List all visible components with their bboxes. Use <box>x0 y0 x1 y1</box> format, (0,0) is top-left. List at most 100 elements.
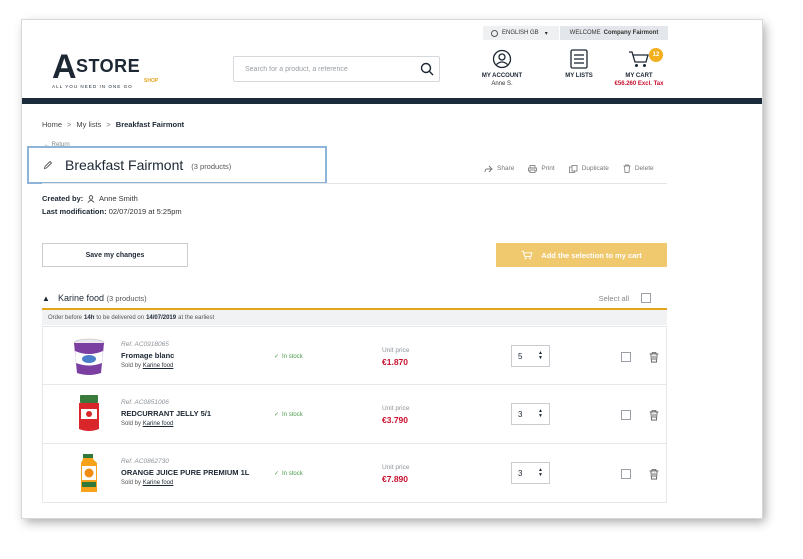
breadcrumb-separator: > <box>106 120 111 129</box>
stepper-arrows-icon[interactable]: ▲ ▼ <box>538 468 543 478</box>
print-label: Print <box>541 165 555 172</box>
product-image[interactable] <box>69 335 109 379</box>
product-name[interactable]: REDCURRANT JELLY 5/1 <box>121 409 251 418</box>
breadcrumb-current: Breakfast Fairmont <box>115 120 185 129</box>
delivery-date: 14/07/2019 <box>146 314 177 321</box>
quantity-stepper[interactable]: 3 ▲ ▼ <box>511 403 550 425</box>
product-name[interactable]: Fromage blanc <box>121 351 251 360</box>
add-selection-to-cart-button[interactable]: Add the selection to my cart <box>496 243 667 267</box>
add-selection-label: Add the selection to my cart <box>541 250 642 260</box>
print-button[interactable]: Print <box>528 164 555 173</box>
language-selector[interactable]: ENGLISH GB ▾ <box>483 26 559 40</box>
save-changes-button[interactable]: Save my changes <box>42 243 188 267</box>
seller-link[interactable]: Karine food <box>143 480 174 486</box>
check-icon: ✓ <box>274 471 280 477</box>
product-list: Ref. AC0918065 Fromage blanc Sold by Kar… <box>42 326 667 503</box>
list-product-count: (3 products) <box>191 161 232 171</box>
check-icon: ✓ <box>274 412 280 418</box>
sold-by: Sold by Karine food <box>121 421 251 427</box>
stepper-arrows-icon[interactable]: ▲ ▼ <box>538 409 543 419</box>
delivery-prefix: Order before <box>48 314 83 321</box>
stock-status: ✓ In stock <box>274 411 303 419</box>
page-title[interactable]: Breakfast Fairmont <box>65 157 183 173</box>
quantity-value: 3 <box>518 409 523 419</box>
seller-link[interactable]: Karine food <box>143 363 174 369</box>
product-row: Ref. AC0851006 REDCURRANT JELLY 5/1 Sold… <box>42 385 667 444</box>
product-image[interactable] <box>69 452 109 496</box>
product-info: Ref. AC0851006 REDCURRANT JELLY 5/1 Sold… <box>121 399 251 427</box>
breadcrumb-separator: > <box>67 120 72 129</box>
my-lists-link[interactable]: MY LISTS <box>549 48 609 101</box>
my-lists-label: MY LISTS <box>565 73 593 79</box>
duplicate-label: Duplicate <box>581 165 609 172</box>
logo-tagline: ALL YOU NEED IN ONE GO <box>52 84 133 89</box>
sold-by-prefix: Sold by <box>121 363 142 369</box>
remove-product-trash-icon[interactable] <box>649 468 659 480</box>
delivery-info: Order before 14h to be delivered on 14/0… <box>42 310 667 325</box>
delivery-hour: 14h <box>84 314 95 321</box>
check-icon: ✓ <box>274 354 280 360</box>
cart-icon <box>627 48 651 70</box>
search-icon[interactable] <box>415 57 439 81</box>
quantity-value: 5 <box>518 351 523 361</box>
stock-status: ✓ In stock <box>274 470 303 478</box>
title-divider <box>42 183 667 184</box>
product-image[interactable] <box>69 393 109 437</box>
stock-status: ✓ In stock <box>274 353 303 361</box>
my-account-link[interactable]: MY ACCOUNT Anne S. <box>472 48 532 98</box>
sold-by-prefix: Sold by <box>121 480 142 486</box>
delete-list-button[interactable]: Delete <box>623 164 654 173</box>
remove-product-trash-icon[interactable] <box>649 351 659 363</box>
stepper-arrows-icon[interactable]: ▲ ▼ <box>538 351 543 361</box>
account-user-name: Anne S. <box>491 81 513 87</box>
seller-group-name[interactable]: Karine food (3 products) <box>58 293 147 303</box>
welcome-prefix: WELCOME <box>569 30 601 36</box>
unit-price: Unit price €3.790 <box>382 405 409 425</box>
globe-icon <box>491 29 498 37</box>
sold-by: Sold by Karine food <box>121 480 251 486</box>
unit-price: Unit price €7.890 <box>382 464 409 484</box>
breadcrumb: Home > My lists > Breakfast Fairmont <box>42 120 184 129</box>
product-info: Ref. AC0918065 Fromage blanc Sold by Kar… <box>121 341 251 369</box>
unit-price-value: €3.790 <box>382 415 408 425</box>
delivery-suffix: at the earliest <box>178 314 215 321</box>
store-logo[interactable]: A STORE SHOP ALL YOU NEED IN ONE GO <box>52 50 164 90</box>
seller-link[interactable]: Karine food <box>143 421 174 427</box>
quantity-stepper[interactable]: 5 ▲ ▼ <box>511 345 550 367</box>
stock-label: In stock <box>282 353 303 360</box>
unit-price-label: Unit price <box>382 464 410 471</box>
product-select-checkbox[interactable] <box>621 469 631 479</box>
edit-pencil-icon[interactable] <box>43 160 59 170</box>
my-cart-link[interactable]: 12 MY CART €56.260 Excl. Tax <box>609 48 669 98</box>
search-box <box>233 56 440 82</box>
breadcrumb-home[interactable]: Home <box>42 120 62 129</box>
quantity-stepper[interactable]: 3 ▲ ▼ <box>511 462 550 484</box>
unit-price: Unit price €1.870 <box>382 347 409 367</box>
remove-product-trash-icon[interactable] <box>649 409 659 421</box>
select-all-checkbox[interactable] <box>641 293 651 303</box>
product-select-checkbox[interactable] <box>621 410 631 420</box>
my-cart-label: MY CART <box>625 73 653 79</box>
sold-by-prefix: Sold by <box>121 421 142 427</box>
search-input[interactable] <box>234 57 415 81</box>
site-header: A STORE SHOP ALL YOU NEED IN ONE GO MY A… <box>22 42 762 101</box>
cart-amount: €56.260 Excl. Tax <box>614 81 664 87</box>
share-label: Share <box>497 165 515 172</box>
share-button[interactable]: Share <box>484 164 514 173</box>
unit-price-label: Unit price <box>382 347 410 354</box>
share-icon <box>484 165 493 172</box>
product-select-checkbox[interactable] <box>621 352 631 362</box>
list-meta: Created by: Anne Smith Last modification… <box>42 192 182 218</box>
stock-label: In stock <box>282 411 303 418</box>
product-row: Ref. AC0918065 Fromage blanc Sold by Kar… <box>42 326 667 385</box>
print-icon <box>528 164 538 173</box>
quantity-value: 3 <box>518 468 523 478</box>
chevron-up-icon[interactable]: ▲ <box>42 294 50 303</box>
my-account-label: MY ACCOUNT <box>481 73 523 79</box>
cart-icon <box>521 250 533 260</box>
duplicate-button[interactable]: Duplicate <box>568 164 609 173</box>
logo-sub: SHOP <box>144 78 159 84</box>
product-name[interactable]: ORANGE JUICE PURE PREMIUM 1L <box>121 468 251 477</box>
unit-price-label: Unit price <box>382 405 410 412</box>
breadcrumb-my-lists[interactable]: My lists <box>76 120 101 129</box>
